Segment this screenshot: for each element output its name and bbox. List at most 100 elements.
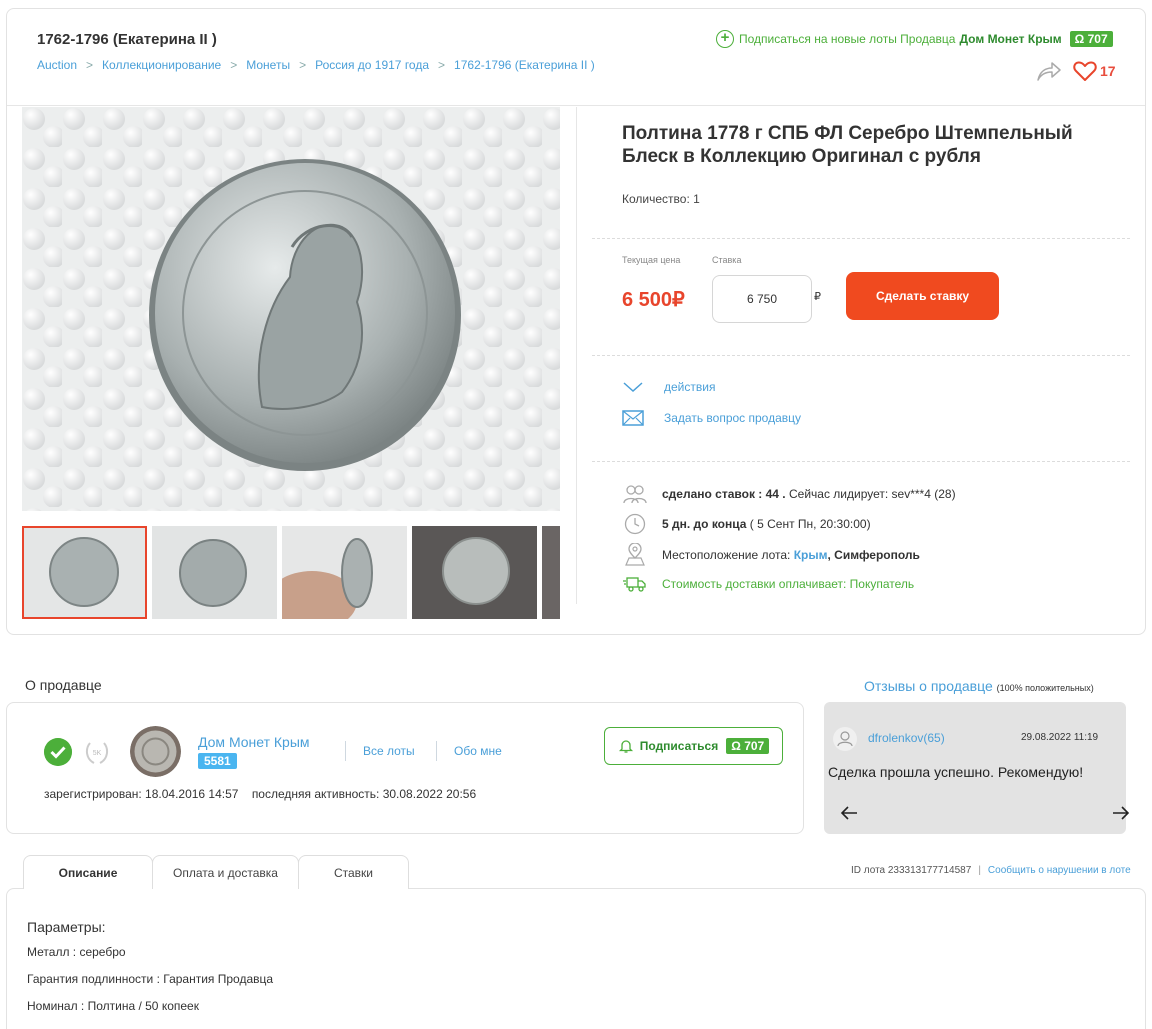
map-pin-icon xyxy=(625,543,645,566)
actions-label: действия xyxy=(664,380,716,394)
breadcrumb-item[interactable]: Коллекционирование xyxy=(102,58,221,72)
breadcrumb-separator: > xyxy=(438,58,446,72)
location-info: Местоположение лота: Крым, Симферополь xyxy=(622,543,920,567)
actions-dropdown[interactable]: действия xyxy=(622,380,715,394)
column-divider xyxy=(576,107,577,604)
seller-name[interactable]: Дом Монет Крым xyxy=(198,734,310,750)
meta-separator: | xyxy=(978,865,981,876)
place-bid-button[interactable]: Сделать ставку xyxy=(846,272,999,320)
seller-avatar[interactable] xyxy=(130,726,181,777)
last-activity: последняя активность: 30.08.2022 20:56 xyxy=(251,787,477,801)
breadcrumb-item[interactable]: Auction xyxy=(37,58,77,72)
lot-title: Полтина 1778 г СПБ ФЛ Серебро Штемпельны… xyxy=(622,123,1073,167)
time-left: 5 дн. до конца xyxy=(662,517,747,531)
seller-dates: зарегистрирован: 18.04.2016 14:57 послед… xyxy=(44,787,476,801)
header-divider xyxy=(7,105,1145,106)
param-item: Гарантия подлинности : Гарантия Продавца xyxy=(27,972,274,986)
rating-value: 707 xyxy=(744,739,765,753)
subscribe-button[interactable]: Подписаться Ω 707 xyxy=(604,727,783,765)
separator xyxy=(345,741,346,761)
tab-description[interactable]: Описание xyxy=(23,855,153,889)
breadcrumb-item[interactable]: 1762-1796 (Екатерина II ) xyxy=(454,58,595,72)
heart-icon[interactable] xyxy=(1073,60,1097,82)
breadcrumb-separator: > xyxy=(299,58,307,72)
thumbnail-more[interactable] xyxy=(542,526,560,619)
thumbnail-hand[interactable] xyxy=(282,526,407,619)
location-label: Местоположение лота: xyxy=(662,548,791,562)
ask-seller-link[interactable]: Задать вопрос продавцу xyxy=(622,410,801,426)
share-icon[interactable] xyxy=(1036,60,1062,82)
delivery-text: Стоимость доставки оплачивает: Покупател… xyxy=(662,577,915,591)
delivery-info: Стоимость доставки оплачивает: Покупател… xyxy=(622,576,914,592)
current-price: 6 500₽ xyxy=(622,289,685,311)
divider xyxy=(592,355,1130,356)
separator xyxy=(436,741,437,761)
clock-icon xyxy=(624,513,646,535)
leader-text: Сейчас лидирует: sev***4 (28) xyxy=(788,487,956,501)
seller-rating-badge: 5581 xyxy=(198,753,237,769)
all-lots-link[interactable]: Все лоты xyxy=(363,744,415,758)
thumbnail-obverse[interactable] xyxy=(22,526,147,619)
arrow-left-icon[interactable] xyxy=(840,805,858,821)
thumbnail-reverse[interactable] xyxy=(152,526,277,619)
thumbnail-dark[interactable] xyxy=(412,526,537,619)
lot-meta: ID лота 233313177714587 | Сообщить о наруш… xyxy=(851,865,1131,876)
breadcrumb-item[interactable]: Монеты xyxy=(246,58,290,72)
plus-icon: + xyxy=(716,30,734,48)
subscribe-rating-badge: Ω 707 xyxy=(726,738,770,754)
breadcrumb: Auction > Коллекционирование > Монеты > Россия… xyxy=(37,58,595,72)
subscribe-seller-link[interactable]: + Подписаться на новые лоты Продавца Дом… xyxy=(716,30,1113,48)
breadcrumb-item[interactable]: Россия до 1917 года xyxy=(315,58,429,72)
users-icon xyxy=(623,485,647,504)
breadcrumb-separator: > xyxy=(230,58,238,72)
bid-label: Ставка xyxy=(712,255,742,265)
report-violation-link[interactable]: Сообщить о нарушении в лоте xyxy=(988,865,1131,876)
bid-input[interactable] xyxy=(712,275,812,323)
bell-icon xyxy=(618,740,633,753)
location-region[interactable]: Крым xyxy=(794,548,828,562)
arrow-right-icon[interactable] xyxy=(1112,805,1130,821)
tab-payment-delivery[interactable]: Оплата и доставка xyxy=(152,855,299,889)
time-info: 5 дн. до конца ( 5 Сент Пн, 20:30:00) xyxy=(622,513,871,535)
about-seller-title: О продавце xyxy=(25,677,102,693)
bids-info: сделано ставок : 44 . Сейчас лидирует: s… xyxy=(622,484,956,504)
reviewer-name[interactable]: dfrolenkov(65) xyxy=(868,731,945,745)
end-date: ( 5 Сент Пн, 20:30:00) xyxy=(749,517,871,531)
quantity: Количество: 1 xyxy=(622,192,700,206)
breadcrumb-separator: > xyxy=(86,58,94,72)
wreath-label: 5K xyxy=(93,750,102,757)
truck-icon xyxy=(623,577,646,592)
bids-count: сделано ставок : 44 . xyxy=(662,487,786,501)
params-title: Параметры: xyxy=(27,919,106,935)
subscribe-text: Подписаться на новые лоты Продавца xyxy=(739,32,956,46)
active-tab-cover xyxy=(24,887,152,890)
bid-currency: ₽ xyxy=(814,291,821,303)
subscribe-label: Подписаться xyxy=(639,739,719,753)
tab-bids[interactable]: Ставки xyxy=(298,855,409,889)
chevron-down-icon xyxy=(623,382,643,393)
reviews-link-text: Отзывы о продавце xyxy=(864,678,993,694)
seller-name-link[interactable]: Дом Монет Крым xyxy=(959,32,1061,46)
user-icon xyxy=(833,727,857,751)
rating-symbol: Ω xyxy=(731,739,741,753)
lot-id: ID лота 233313177714587 xyxy=(851,865,972,876)
divider xyxy=(592,238,1130,239)
main-coin-photo[interactable] xyxy=(22,107,560,511)
seller-card xyxy=(6,702,804,834)
positive-note: (100% положительных) xyxy=(996,683,1094,693)
current-price-label: Текущая цена xyxy=(622,255,681,265)
rating-symbol: Ω xyxy=(1074,32,1085,46)
reviews-link[interactable]: Отзывы о продавце (100% положительных) xyxy=(864,678,1094,694)
verified-check-icon xyxy=(44,738,72,766)
wreath-icon: 5K xyxy=(85,742,109,764)
location-city: , Симферополь xyxy=(827,548,920,562)
param-item: Номинал : Полтина / 50 копеек xyxy=(27,999,199,1013)
param-item: Металл : серебро xyxy=(27,945,126,959)
envelope-icon xyxy=(622,410,644,426)
registered-date: зарегистрирован: 18.04.2016 14:57 xyxy=(44,787,239,801)
review-date: 29.08.2022 11:19 xyxy=(1021,732,1099,743)
divider xyxy=(592,461,1130,462)
category-title: 1762-1796 (Екатерина II ) xyxy=(37,31,217,48)
ask-seller-label: Задать вопрос продавцу xyxy=(664,411,802,425)
about-me-link[interactable]: Обо мне xyxy=(454,744,502,758)
